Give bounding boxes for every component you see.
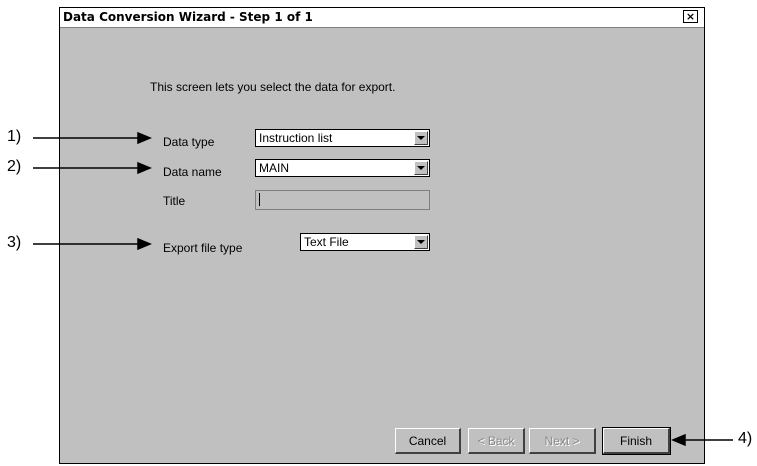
arrow-head-2-icon bbox=[137, 161, 152, 175]
arrow-head-4-icon bbox=[671, 433, 686, 447]
arrow-head-1-icon bbox=[137, 131, 152, 145]
arrow-head-3-icon bbox=[137, 237, 152, 251]
callout-arrows bbox=[33, 131, 733, 447]
